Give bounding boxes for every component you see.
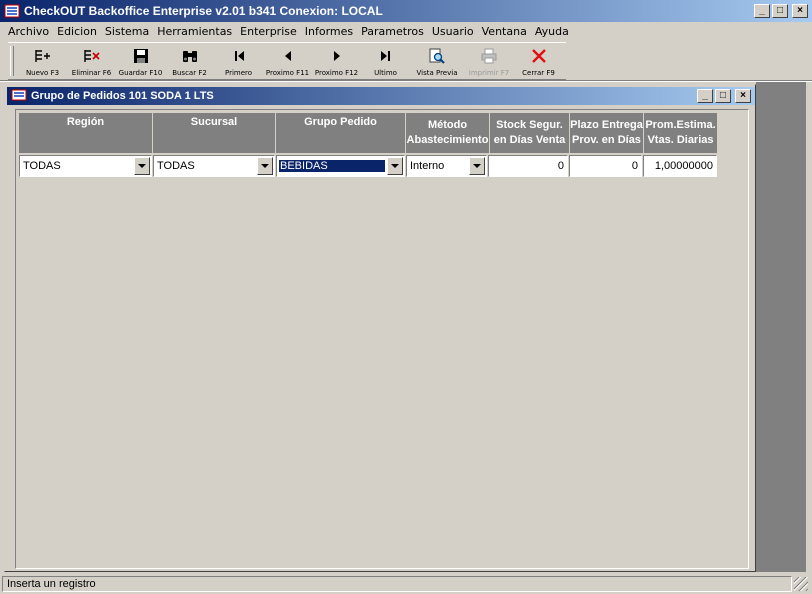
stock-segur-field[interactable]: 0 bbox=[488, 155, 568, 177]
first-button[interactable]: Primero bbox=[214, 43, 263, 79]
save-icon bbox=[132, 47, 150, 65]
first-label: Primero bbox=[224, 69, 253, 77]
child-close-button[interactable]: × bbox=[735, 89, 751, 103]
first-icon bbox=[230, 47, 248, 65]
menu-edicion[interactable]: Edicion bbox=[53, 25, 101, 38]
status-bar: Inserta un registro bbox=[0, 574, 812, 594]
grupo-pedido-value: BEBIDAS bbox=[278, 159, 386, 173]
menu-ventana[interactable]: Ventana bbox=[478, 25, 531, 38]
menu-enterprise[interactable]: Enterprise bbox=[236, 25, 301, 38]
mdi-background bbox=[756, 82, 806, 572]
last-icon bbox=[377, 47, 395, 65]
toolbar-separator bbox=[0, 80, 812, 82]
pedidos-grid: Región Sucursal Grupo Pedido Método Abas… bbox=[19, 113, 718, 177]
metodo-dropdown-button[interactable] bbox=[469, 157, 485, 175]
sucursal-value: TODAS bbox=[157, 160, 195, 172]
prom-estima-field[interactable]: 1,00000000 bbox=[643, 155, 717, 177]
close-x-icon bbox=[530, 47, 548, 65]
new-button[interactable]: Nuevo F3 bbox=[18, 43, 67, 79]
search-label: Buscar F2 bbox=[172, 69, 207, 77]
app-title-bar: CheckOUT Backoffice Enterprise v2.01 b34… bbox=[0, 0, 812, 22]
child-maximize-button[interactable]: □ bbox=[715, 89, 731, 103]
metodo-value: Interno bbox=[410, 160, 445, 172]
header-region[interactable]: Región bbox=[19, 113, 153, 153]
header-plazo-entrega[interactable]: Plazo Entrega Prov. en Días bbox=[570, 113, 644, 153]
plazo-entrega-field[interactable]: 0 bbox=[569, 155, 642, 177]
chevron-down-icon bbox=[391, 164, 399, 168]
menu-usuario[interactable]: Usuario bbox=[428, 25, 478, 38]
search-button[interactable]: Buscar F2 bbox=[165, 43, 214, 79]
menu-archivo[interactable]: Archivo bbox=[4, 25, 53, 38]
region-combo[interactable]: TODAS bbox=[19, 155, 152, 177]
maximize-button[interactable]: □ bbox=[772, 4, 788, 18]
prom-estima-value: 1,00000000 bbox=[654, 160, 713, 172]
menu-parametros[interactable]: Parametros bbox=[357, 25, 428, 38]
last-button[interactable]: Ultimo bbox=[361, 43, 410, 79]
delete-button[interactable]: Eliminar F6 bbox=[67, 43, 116, 79]
last-label: Ultimo bbox=[374, 69, 397, 77]
delete-label: Eliminar F6 bbox=[71, 69, 112, 77]
chevron-down-icon bbox=[138, 164, 146, 168]
child-logo-icon bbox=[11, 89, 27, 103]
region-value: TODAS bbox=[23, 160, 61, 172]
form-area bbox=[15, 109, 749, 569]
delete-record-icon bbox=[83, 47, 101, 65]
close-form-label: Cerrar F9 bbox=[522, 69, 555, 77]
save-label: Guardar F10 bbox=[118, 69, 163, 77]
print-label: Imprimir F7 bbox=[468, 69, 510, 77]
chevron-down-icon bbox=[261, 164, 269, 168]
menu-sistema[interactable]: Sistema bbox=[101, 25, 153, 38]
menu-herramientas[interactable]: Herramientas bbox=[153, 25, 236, 38]
child-window: Grupo de Pedidos 101 SODA 1 LTS _ □ × Re… bbox=[4, 84, 756, 572]
next-button[interactable]: Proximo F12 bbox=[312, 43, 361, 79]
close-form-button[interactable]: Cerrar F9 bbox=[514, 43, 563, 79]
previous-icon bbox=[279, 47, 297, 65]
new-record-icon bbox=[34, 47, 52, 65]
chevron-down-icon bbox=[473, 164, 481, 168]
preview-button[interactable]: Vista Previa bbox=[410, 43, 464, 79]
new-label: Nuevo F3 bbox=[25, 69, 60, 77]
next-icon bbox=[328, 47, 346, 65]
status-text: Inserta un registro bbox=[2, 576, 792, 592]
print-icon bbox=[480, 47, 498, 65]
app-title: CheckOUT Backoffice Enterprise v2.01 b34… bbox=[24, 4, 383, 18]
resize-grip[interactable] bbox=[794, 577, 808, 591]
header-grupo-pedido[interactable]: Grupo Pedido bbox=[276, 113, 406, 153]
print-button[interactable]: Imprimir F7 bbox=[464, 43, 514, 79]
previous-button[interactable]: Proximo F11 bbox=[263, 43, 312, 79]
grid-header: Región Sucursal Grupo Pedido Método Abas… bbox=[19, 113, 718, 153]
close-button[interactable]: × bbox=[792, 4, 808, 18]
menu-informes[interactable]: Informes bbox=[301, 25, 357, 38]
binoculars-icon bbox=[181, 47, 199, 65]
child-minimize-button[interactable]: _ bbox=[697, 89, 713, 103]
menu-ayuda[interactable]: Ayuda bbox=[531, 25, 573, 38]
metodo-combo[interactable]: Interno bbox=[406, 155, 487, 177]
header-metodo[interactable]: Método Abastecimiento bbox=[406, 113, 490, 153]
header-sucursal[interactable]: Sucursal bbox=[153, 113, 276, 153]
sucursal-combo[interactable]: TODAS bbox=[153, 155, 275, 177]
next-label: Proximo F12 bbox=[314, 69, 359, 77]
table-row: TODAS TODAS BEBIDAS Interno 0 0 1,000000… bbox=[19, 155, 718, 177]
previous-label: Proximo F11 bbox=[265, 69, 310, 77]
stock-segur-value: 0 bbox=[557, 160, 564, 172]
app-logo-icon bbox=[4, 4, 20, 18]
grupo-pedido-dropdown-button[interactable] bbox=[387, 157, 403, 175]
preview-icon bbox=[428, 47, 446, 65]
child-title-bar: Grupo de Pedidos 101 SODA 1 LTS _ □ × bbox=[7, 87, 755, 105]
menubar: Archivo Edicion Sistema Herramientas Ent… bbox=[0, 22, 812, 41]
plazo-entrega-value: 0 bbox=[631, 160, 638, 172]
grupo-pedido-combo[interactable]: BEBIDAS bbox=[276, 155, 405, 177]
window-edge bbox=[806, 82, 812, 572]
header-stock-segur[interactable]: Stock Segur. en Días Venta bbox=[490, 113, 570, 153]
toolbar: Nuevo F3 Eliminar F6 Guardar F10 Buscar … bbox=[8, 42, 566, 80]
save-button[interactable]: Guardar F10 bbox=[116, 43, 165, 79]
child-title: Grupo de Pedidos 101 SODA 1 LTS bbox=[31, 90, 214, 102]
toolbar-grip[interactable] bbox=[10, 46, 14, 76]
minimize-button[interactable]: _ bbox=[754, 4, 770, 18]
region-dropdown-button[interactable] bbox=[134, 157, 150, 175]
sucursal-dropdown-button[interactable] bbox=[257, 157, 273, 175]
preview-label: Vista Previa bbox=[416, 69, 458, 77]
header-prom-estima[interactable]: Prom.Estima. Vtas. Diarias bbox=[644, 113, 718, 153]
